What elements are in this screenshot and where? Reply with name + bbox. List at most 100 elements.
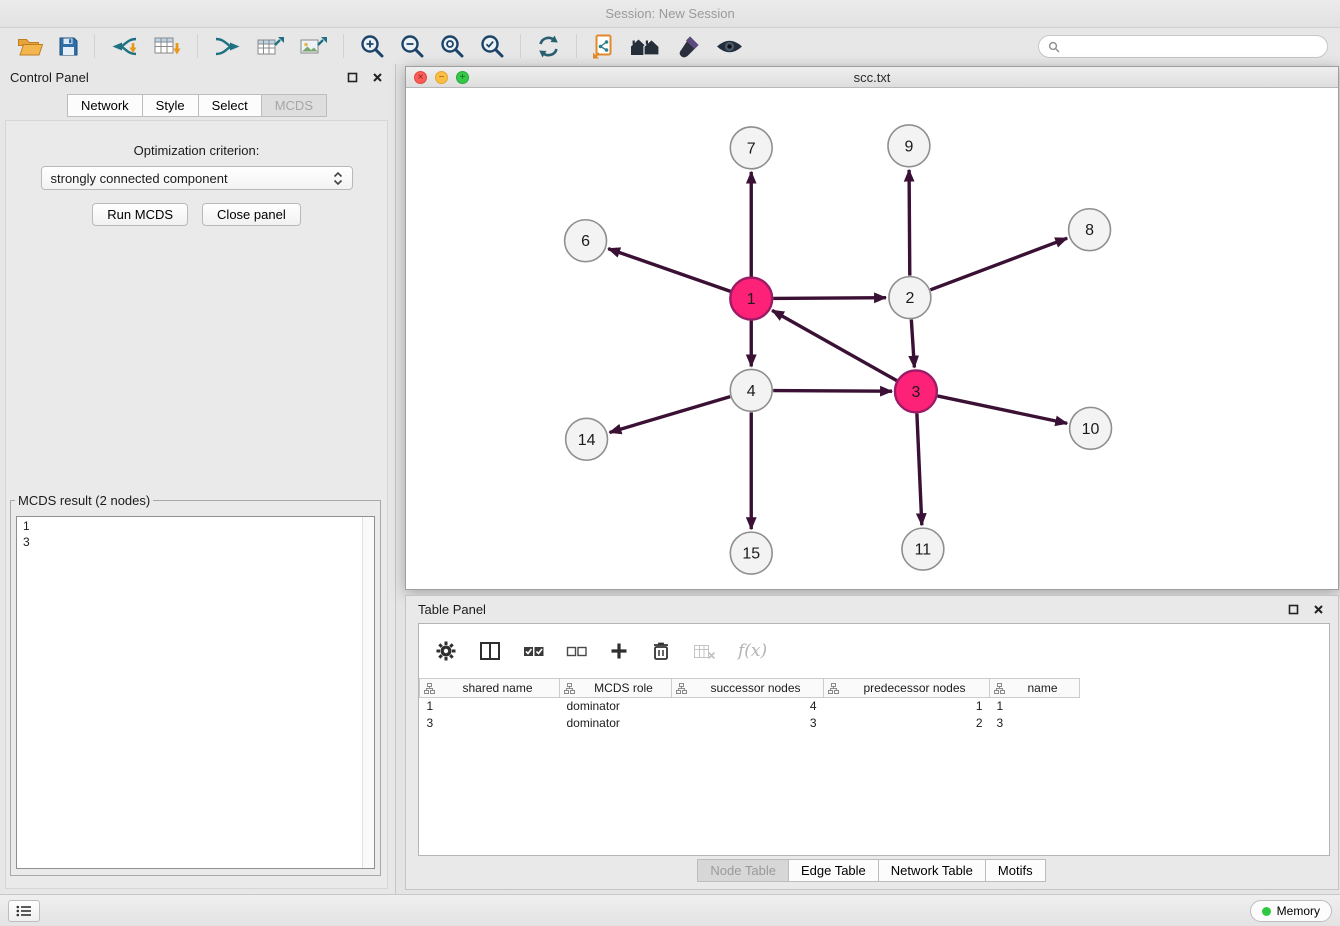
search-input[interactable] xyxy=(1066,40,1318,54)
export-network-button[interactable] xyxy=(206,30,249,62)
minimize-window-button[interactable]: − xyxy=(435,71,448,84)
graph-node-3[interactable]: 3 xyxy=(895,370,937,412)
tab-edge-table[interactable]: Edge Table xyxy=(788,859,879,882)
show-graphics-details-button[interactable] xyxy=(708,30,751,62)
table-cell[interactable]: dominator xyxy=(560,698,672,715)
graph-edge-3-1[interactable] xyxy=(772,310,897,380)
graph-node-6[interactable]: 6 xyxy=(565,220,607,262)
graph-edge-2-9[interactable] xyxy=(909,170,910,276)
network-window-titlebar[interactable]: × − + scc.txt xyxy=(406,67,1338,88)
select-all-button[interactable] xyxy=(523,638,544,664)
column-header[interactable]: MCDS role xyxy=(560,679,672,698)
float-window-icon xyxy=(347,72,358,83)
graph-node-9[interactable]: 9 xyxy=(888,125,930,167)
search-field[interactable] xyxy=(1038,35,1328,58)
run-mcds-button[interactable]: Run MCDS xyxy=(92,203,188,226)
table-cell[interactable]: 3 xyxy=(672,715,824,732)
svg-text:10: 10 xyxy=(1082,421,1100,438)
tab-style[interactable]: Style xyxy=(142,94,199,117)
network-canvas[interactable]: 7 9 6 8 1 2 4 3 14 10 15 11 xyxy=(406,88,1338,589)
table-cell[interactable]: dominator xyxy=(560,715,672,732)
graph-node-8[interactable]: 8 xyxy=(1069,209,1111,251)
close-window-button[interactable]: × xyxy=(414,71,427,84)
graph-node-7[interactable]: 7 xyxy=(730,127,772,169)
optimization-select[interactable]: strongly connected component xyxy=(41,166,353,190)
graph-node-10[interactable]: 10 xyxy=(1070,407,1112,449)
zoom-fit-button[interactable] xyxy=(432,30,472,62)
zoom-selected-button[interactable] xyxy=(472,30,512,62)
table-row[interactable]: 3dominator323 xyxy=(420,715,1080,732)
svg-text:8: 8 xyxy=(1085,222,1094,239)
mcds-result-box[interactable]: 13 xyxy=(16,516,375,869)
tab-network-table[interactable]: Network Table xyxy=(878,859,986,882)
close-mcds-panel-button[interactable]: Close panel xyxy=(202,203,301,226)
tab-select[interactable]: Select xyxy=(198,94,262,117)
float-table-panel-button[interactable] xyxy=(1286,600,1301,618)
create-column-button[interactable] xyxy=(609,638,629,664)
delete-table-button[interactable] xyxy=(693,638,716,664)
apply-layout-button[interactable] xyxy=(529,30,568,62)
graph-edge-2-3[interactable] xyxy=(911,319,914,367)
tab-network[interactable]: Network xyxy=(67,94,143,117)
table-cell[interactable]: 1 xyxy=(420,698,560,715)
copy-network-button[interactable] xyxy=(585,30,622,62)
tab-node-table[interactable]: Node Table xyxy=(697,859,789,882)
graph-edge-2-8[interactable] xyxy=(930,238,1067,290)
graph-node-2[interactable]: 2 xyxy=(889,277,931,319)
toolbar-separator xyxy=(576,34,577,58)
graph-svg[interactable]: 7 9 6 8 1 2 4 3 14 10 15 11 xyxy=(406,88,1338,589)
table-cell[interactable]: 3 xyxy=(420,715,560,732)
graph-edge-4-14[interactable] xyxy=(610,397,731,433)
table-row[interactable]: 1dominator411 xyxy=(420,698,1080,715)
delete-columns-button[interactable] xyxy=(651,638,671,664)
close-icon xyxy=(1313,604,1324,615)
graph-node-4[interactable]: 4 xyxy=(730,369,772,411)
save-session-button[interactable] xyxy=(51,30,86,62)
column-header[interactable]: successor nodes xyxy=(672,679,824,698)
optimization-select-value: strongly connected component xyxy=(51,171,228,186)
float-panel-button[interactable] xyxy=(345,68,360,86)
table-cell[interactable]: 3 xyxy=(990,715,1080,732)
column-header[interactable]: shared name xyxy=(420,679,560,698)
show-panels-button[interactable] xyxy=(8,900,40,922)
unchecked-boxes-icon xyxy=(566,644,587,659)
apply-style-button[interactable] xyxy=(669,30,708,62)
table-cell[interactable]: 1 xyxy=(990,698,1080,715)
svg-text:11: 11 xyxy=(915,542,932,559)
graph-edge-3-10[interactable] xyxy=(937,396,1067,423)
table-settings-button[interactable] xyxy=(435,638,457,664)
maximize-window-button[interactable]: + xyxy=(456,71,469,84)
import-network-button[interactable] xyxy=(103,30,146,62)
table-cell[interactable]: 2 xyxy=(824,715,990,732)
export-table-button[interactable] xyxy=(249,30,292,62)
memory-button[interactable]: Memory xyxy=(1250,900,1332,922)
column-label: successor nodes xyxy=(710,681,800,695)
column-header[interactable]: predecessor nodes xyxy=(824,679,990,698)
table-cell[interactable]: 1 xyxy=(824,698,990,715)
style-brush-icon xyxy=(676,34,701,59)
graph-edge-3-11[interactable] xyxy=(917,413,922,525)
graph-edge-4-3[interactable] xyxy=(773,391,892,392)
close-table-panel-button[interactable] xyxy=(1311,600,1326,618)
tab-mcds[interactable]: MCDS xyxy=(261,94,327,117)
zoom-out-button[interactable] xyxy=(392,30,432,62)
graph-node-14[interactable]: 14 xyxy=(566,418,608,460)
table-cell[interactable]: 4 xyxy=(672,698,824,715)
first-neighbors-button[interactable] xyxy=(622,30,669,62)
graph-edge-1-2[interactable] xyxy=(773,298,886,299)
open-session-button[interactable] xyxy=(10,30,51,62)
close-panel-button[interactable] xyxy=(370,68,385,86)
zoom-in-button[interactable] xyxy=(352,30,392,62)
toggle-columns-button[interactable] xyxy=(479,638,501,664)
import-table-button[interactable] xyxy=(146,30,189,62)
graph-node-1[interactable]: 1 xyxy=(730,278,772,320)
deselect-all-button[interactable] xyxy=(566,638,587,664)
column-header[interactable]: name xyxy=(990,679,1080,698)
result-scrollbar[interactable] xyxy=(362,517,374,868)
graph-node-15[interactable]: 15 xyxy=(730,532,772,574)
graph-edge-1-6[interactable] xyxy=(608,249,730,292)
graph-node-11[interactable]: 11 xyxy=(902,528,944,570)
function-builder-button[interactable]: f(x) xyxy=(738,638,767,664)
tab-motifs[interactable]: Motifs xyxy=(985,859,1046,882)
export-image-button[interactable] xyxy=(292,30,335,62)
